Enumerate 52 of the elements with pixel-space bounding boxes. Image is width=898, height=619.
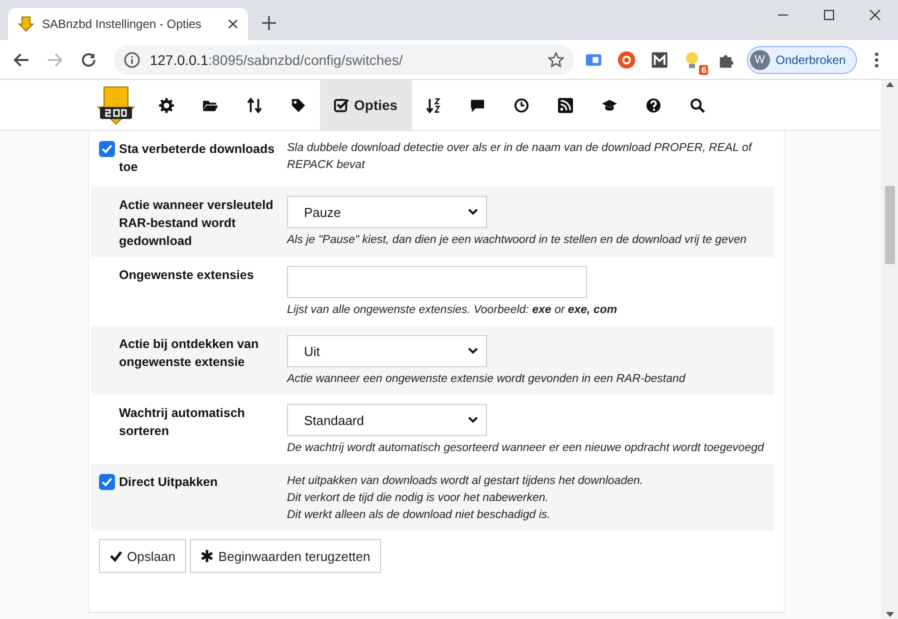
rss-icon (558, 98, 574, 112)
url-text: 127.0.0.1:8095/sabnzbd/config/switches/ (150, 52, 404, 68)
action-button[interactable]: Beginwaarden terugzetten (190, 539, 382, 573)
profile-button[interactable]: W Onderbroken (746, 46, 857, 74)
close-icon[interactable] (228, 19, 238, 29)
sort-alpha-icon (426, 98, 442, 112)
setting-description: Als je "Pause" kiest, dan dien je een wachtwoord in te stellen en de download vrij te geven (287, 233, 748, 248)
info-icon (124, 52, 140, 68)
action-button[interactable]: Opslaan (99, 539, 186, 573)
dropdown[interactable]: Uit (287, 335, 487, 367)
scroll-down-arrow-icon[interactable] (884, 609, 894, 619)
checkbox-icon (334, 98, 349, 112)
setting-label: Sta verbeterde downloads toe (119, 141, 276, 176)
speech-bubble-icon (470, 98, 486, 112)
dropdown[interactable]: Pauze (287, 196, 487, 228)
chevron-down-icon (468, 208, 478, 216)
checkbox[interactable] (99, 141, 115, 157)
browser-tab[interactable]: SABnzbd Instellingen - Opties (8, 8, 248, 40)
tab-title: SABnzbd Instellingen - Opties (42, 17, 202, 31)
gear-icon (158, 98, 174, 112)
checkbox[interactable] (99, 474, 115, 490)
address-bar[interactable]: 127.0.0.1:8095/sabnzbd/config/switches/ (114, 44, 574, 74)
scrollbar-thumb[interactable] (884, 186, 894, 264)
setting-label: Direct Uitpakken (119, 474, 218, 491)
logo-icon[interactable] (96, 85, 136, 125)
checkmark-icon (110, 550, 122, 562)
graduation-cap-icon (602, 98, 618, 112)
clock-icon (514, 98, 530, 112)
notification-badge: 6 (699, 64, 708, 74)
search-icon (690, 98, 706, 112)
setting-description: Lijst van alle ongewenste extensies. Voorbeeld: exe or exe, com (287, 303, 618, 318)
setting-description: Actie wanneer een ongewenste extensie wordt gevonden in een RAR-bestand (287, 372, 686, 387)
sort-arrows-icon (246, 98, 262, 112)
download-arrow-icon (18, 16, 34, 32)
setting-label: Actie wanneer versleuteld RAR-bestand wordt gedownload (119, 197, 274, 250)
asterisk-icon (201, 550, 214, 562)
help-icon (646, 98, 662, 112)
scroll-up-arrow-icon[interactable] (884, 80, 894, 90)
tag-icon (290, 98, 306, 112)
setting-label: Ongewenste extensies (119, 267, 254, 284)
setting-description: Het uitpakken van downloads wordt al gestart tijdens het downloaden. Dit verkort de tijd die nodig is voor het nabewerken. Dit werkt alleen als de download niet beschadigd is. (287, 474, 644, 523)
new-tab-icon[interactable] (262, 16, 276, 30)
setting-description: Sla dubbele download detectie over als er in de naam van de download PROPER, REAL of REPACK bevat (287, 141, 754, 173)
star-icon[interactable] (548, 52, 564, 68)
input-field[interactable] (287, 266, 587, 298)
nav-tab[interactable]: Opties (320, 80, 412, 130)
dropdown[interactable]: Standaard (287, 404, 487, 436)
setting-description: De wachtrij wordt automatisch gesorteerd wanneer er een nieuwe opdracht wordt toegevoegd (287, 441, 766, 456)
chevron-down-icon (468, 347, 478, 355)
chevron-down-icon (468, 416, 478, 424)
setting-label: Actie bij ontdekken van ongewenste extensie (119, 336, 260, 371)
setting-label: Wachtrij automatisch sorteren (119, 405, 246, 440)
